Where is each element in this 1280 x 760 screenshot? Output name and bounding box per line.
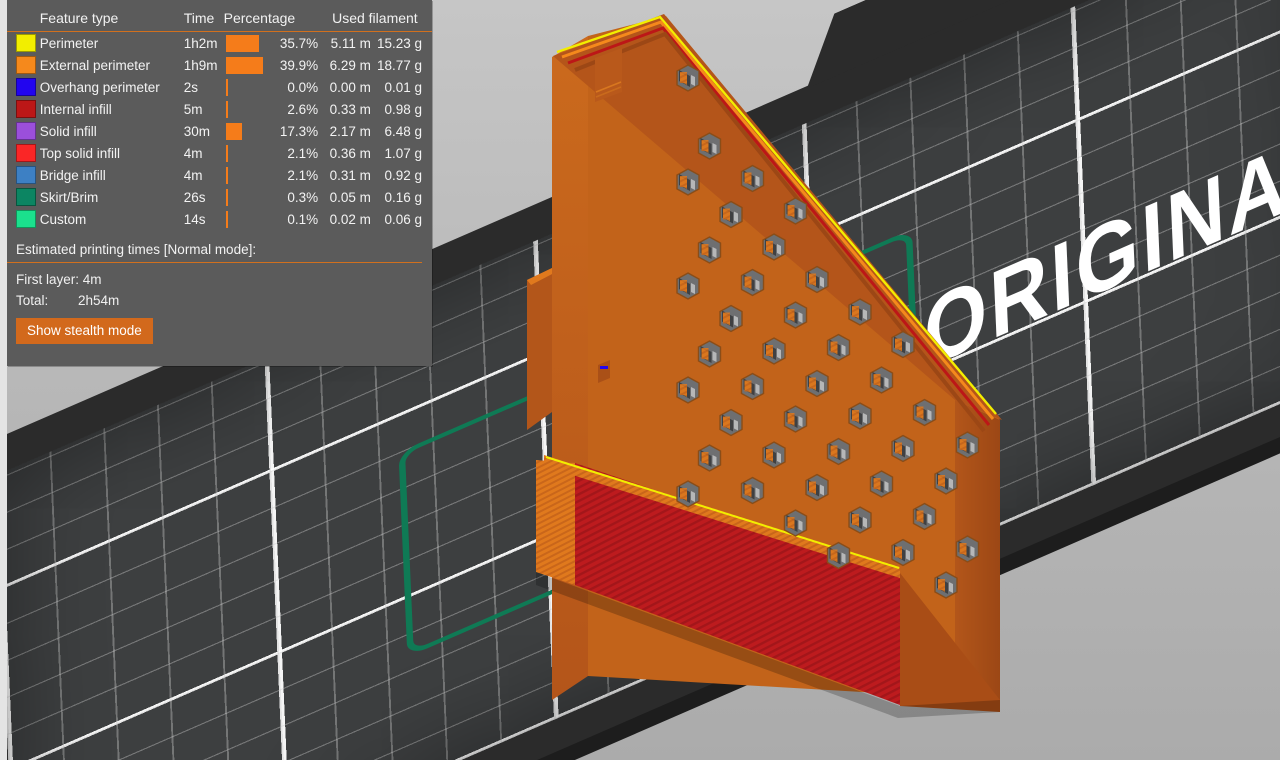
feature-color-swatch [7, 32, 40, 55]
feature-filament-length: 0.02 m [329, 211, 371, 227]
skirt-outline [398, 228, 921, 658]
table-row[interactable]: Custom 14s 0.1% 0.02 m 0.06 g [7, 208, 432, 230]
feature-type-label: External perimeter [39, 57, 151, 73]
feature-percentage-value: 2.6% [287, 101, 319, 117]
feature-percentage-bar [224, 120, 280, 142]
feature-time-value: 30m [183, 123, 210, 139]
table-row[interactable]: Skirt/Brim 26s 0.3% 0.05 m 0.16 g [7, 186, 432, 208]
feature-type-label: Solid infill [39, 123, 97, 139]
feature-filament-weight: 0.92 g [384, 167, 422, 183]
feature-type-label: Top solid infill [39, 145, 121, 161]
print-statistics-panel[interactable]: Feature type Time Percentage Used filame… [7, 0, 432, 366]
feature-filament-weight: 0.01 g [384, 79, 422, 95]
table-header-row: Feature type Time Percentage Used filame… [7, 8, 432, 32]
feature-filament-weight: 0.16 g [384, 189, 422, 205]
header-spacer [7, 8, 40, 32]
feature-percentage-bar [224, 54, 280, 76]
feature-type-label: Custom [39, 211, 87, 227]
feature-color-swatch [7, 186, 40, 208]
feature-type-label: Perimeter [39, 35, 99, 51]
feature-time-value: 14s [183, 211, 206, 227]
feature-percentage-bar [224, 164, 280, 186]
feature-percentage-bar [224, 32, 280, 55]
feature-time-value: 4m [183, 145, 203, 161]
feature-filament-length: 5.11 m [330, 35, 371, 51]
feature-filament-weight: 0.06 g [384, 211, 422, 227]
feature-type-label: Bridge infill [39, 167, 106, 183]
table-row[interactable]: Perimeter 1h2m 35.7% 5.11 m 15.23 g [7, 32, 432, 55]
feature-filament-length: 0.00 m [329, 79, 371, 95]
table-row[interactable]: Internal infill 5m 2.6% 0.33 m 0.98 g [7, 98, 432, 120]
total-value: 2h54m [78, 293, 120, 308]
show-stealth-mode-button[interactable]: Show stealth mode [16, 318, 153, 344]
feature-percentage-value: 35.7% [279, 35, 319, 51]
header-time: Time [183, 8, 224, 32]
feature-color-swatch [7, 76, 40, 98]
feature-filament-weight: 15.23 g [376, 35, 422, 51]
first-layer-label: First layer: 4m [16, 272, 102, 287]
feature-percentage-bar [224, 186, 280, 208]
feature-filament-length: 2.17 m [329, 123, 371, 139]
feature-color-swatch [7, 142, 40, 164]
header-feature-type: Feature type [39, 8, 184, 32]
feature-percentage-value: 0.0% [287, 79, 319, 95]
table-row[interactable]: External perimeter 1h9m 39.9% 6.29 m 18.77 g [7, 54, 432, 76]
feature-percentage-value: 0.1% [287, 211, 319, 227]
table-row[interactable]: Bridge infill 4m 2.1% 0.31 m 0.92 g [7, 164, 432, 186]
total-label: Total: [16, 293, 49, 308]
feature-time-value: 1h9m [183, 57, 218, 73]
feature-percentage-bar [224, 98, 280, 120]
feature-filament-length: 0.36 m [329, 145, 371, 161]
feature-percentage-value: 2.1% [287, 145, 319, 161]
feature-filament-length: 0.33 m [329, 101, 371, 117]
first-layer-row: First layer: 4m [16, 270, 432, 291]
feature-rows: Perimeter 1h2m 35.7% 5.11 m 15.23 g External … [7, 32, 432, 231]
feature-percentage-bar [224, 76, 280, 98]
feature-color-swatch [7, 120, 40, 142]
table-row[interactable]: Overhang perimeter 2s 0.0% 0.00 m 0.01 g [7, 76, 432, 98]
feature-color-swatch [7, 208, 40, 230]
feature-filament-weight: 18.77 g [376, 57, 422, 73]
feature-time-value: 26s [183, 189, 206, 205]
feature-filament-weight: 1.07 g [384, 145, 422, 161]
feature-filament-length: 0.05 m [329, 189, 371, 205]
feature-color-swatch [7, 98, 40, 120]
feature-type-label: Overhang perimeter [39, 79, 160, 95]
feature-time-value: 2s [183, 79, 198, 95]
feature-time-value: 5m [183, 101, 203, 117]
feature-percentage-value: 39.9% [279, 57, 319, 73]
feature-time-value: 1h2m [183, 35, 218, 51]
feature-color-swatch [7, 54, 40, 76]
table-row[interactable]: Solid infill 30m 17.3% 2.17 m 6.48 g [7, 120, 432, 142]
bed-logo-text: ORIGINAL [921, 101, 1280, 389]
feature-type-label: Internal infill [39, 101, 112, 117]
feature-filament-length: 6.29 m [329, 57, 371, 73]
feature-filament-length: 0.31 m [329, 167, 371, 183]
feature-percentage-bar [224, 142, 280, 164]
header-percentage: Percentage [223, 8, 327, 32]
feature-percentage-bar [224, 208, 280, 230]
feature-filament-weight: 6.48 g [384, 123, 422, 139]
feature-percentage-value: 2.1% [287, 167, 319, 183]
estimated-times: First layer: 4m Total: 2h54m [7, 263, 432, 312]
window-left-edge [0, 0, 7, 760]
feature-statistics-table: Feature type Time Percentage Used filame… [7, 8, 432, 230]
estimates-section-title: Estimated printing times [Normal mode]: [7, 233, 422, 263]
feature-color-swatch [7, 164, 40, 186]
feature-type-label: Skirt/Brim [39, 189, 99, 205]
feature-time-value: 4m [183, 167, 203, 183]
header-used-filament: Used filament [326, 8, 432, 32]
feature-percentage-value: 17.3% [279, 123, 319, 139]
feature-percentage-value: 0.3% [287, 189, 319, 205]
total-row: Total: 2h54m [16, 291, 432, 312]
table-row[interactable]: Top solid infill 4m 2.1% 0.36 m 1.07 g [7, 142, 432, 164]
feature-filament-weight: 0.98 g [384, 101, 422, 117]
